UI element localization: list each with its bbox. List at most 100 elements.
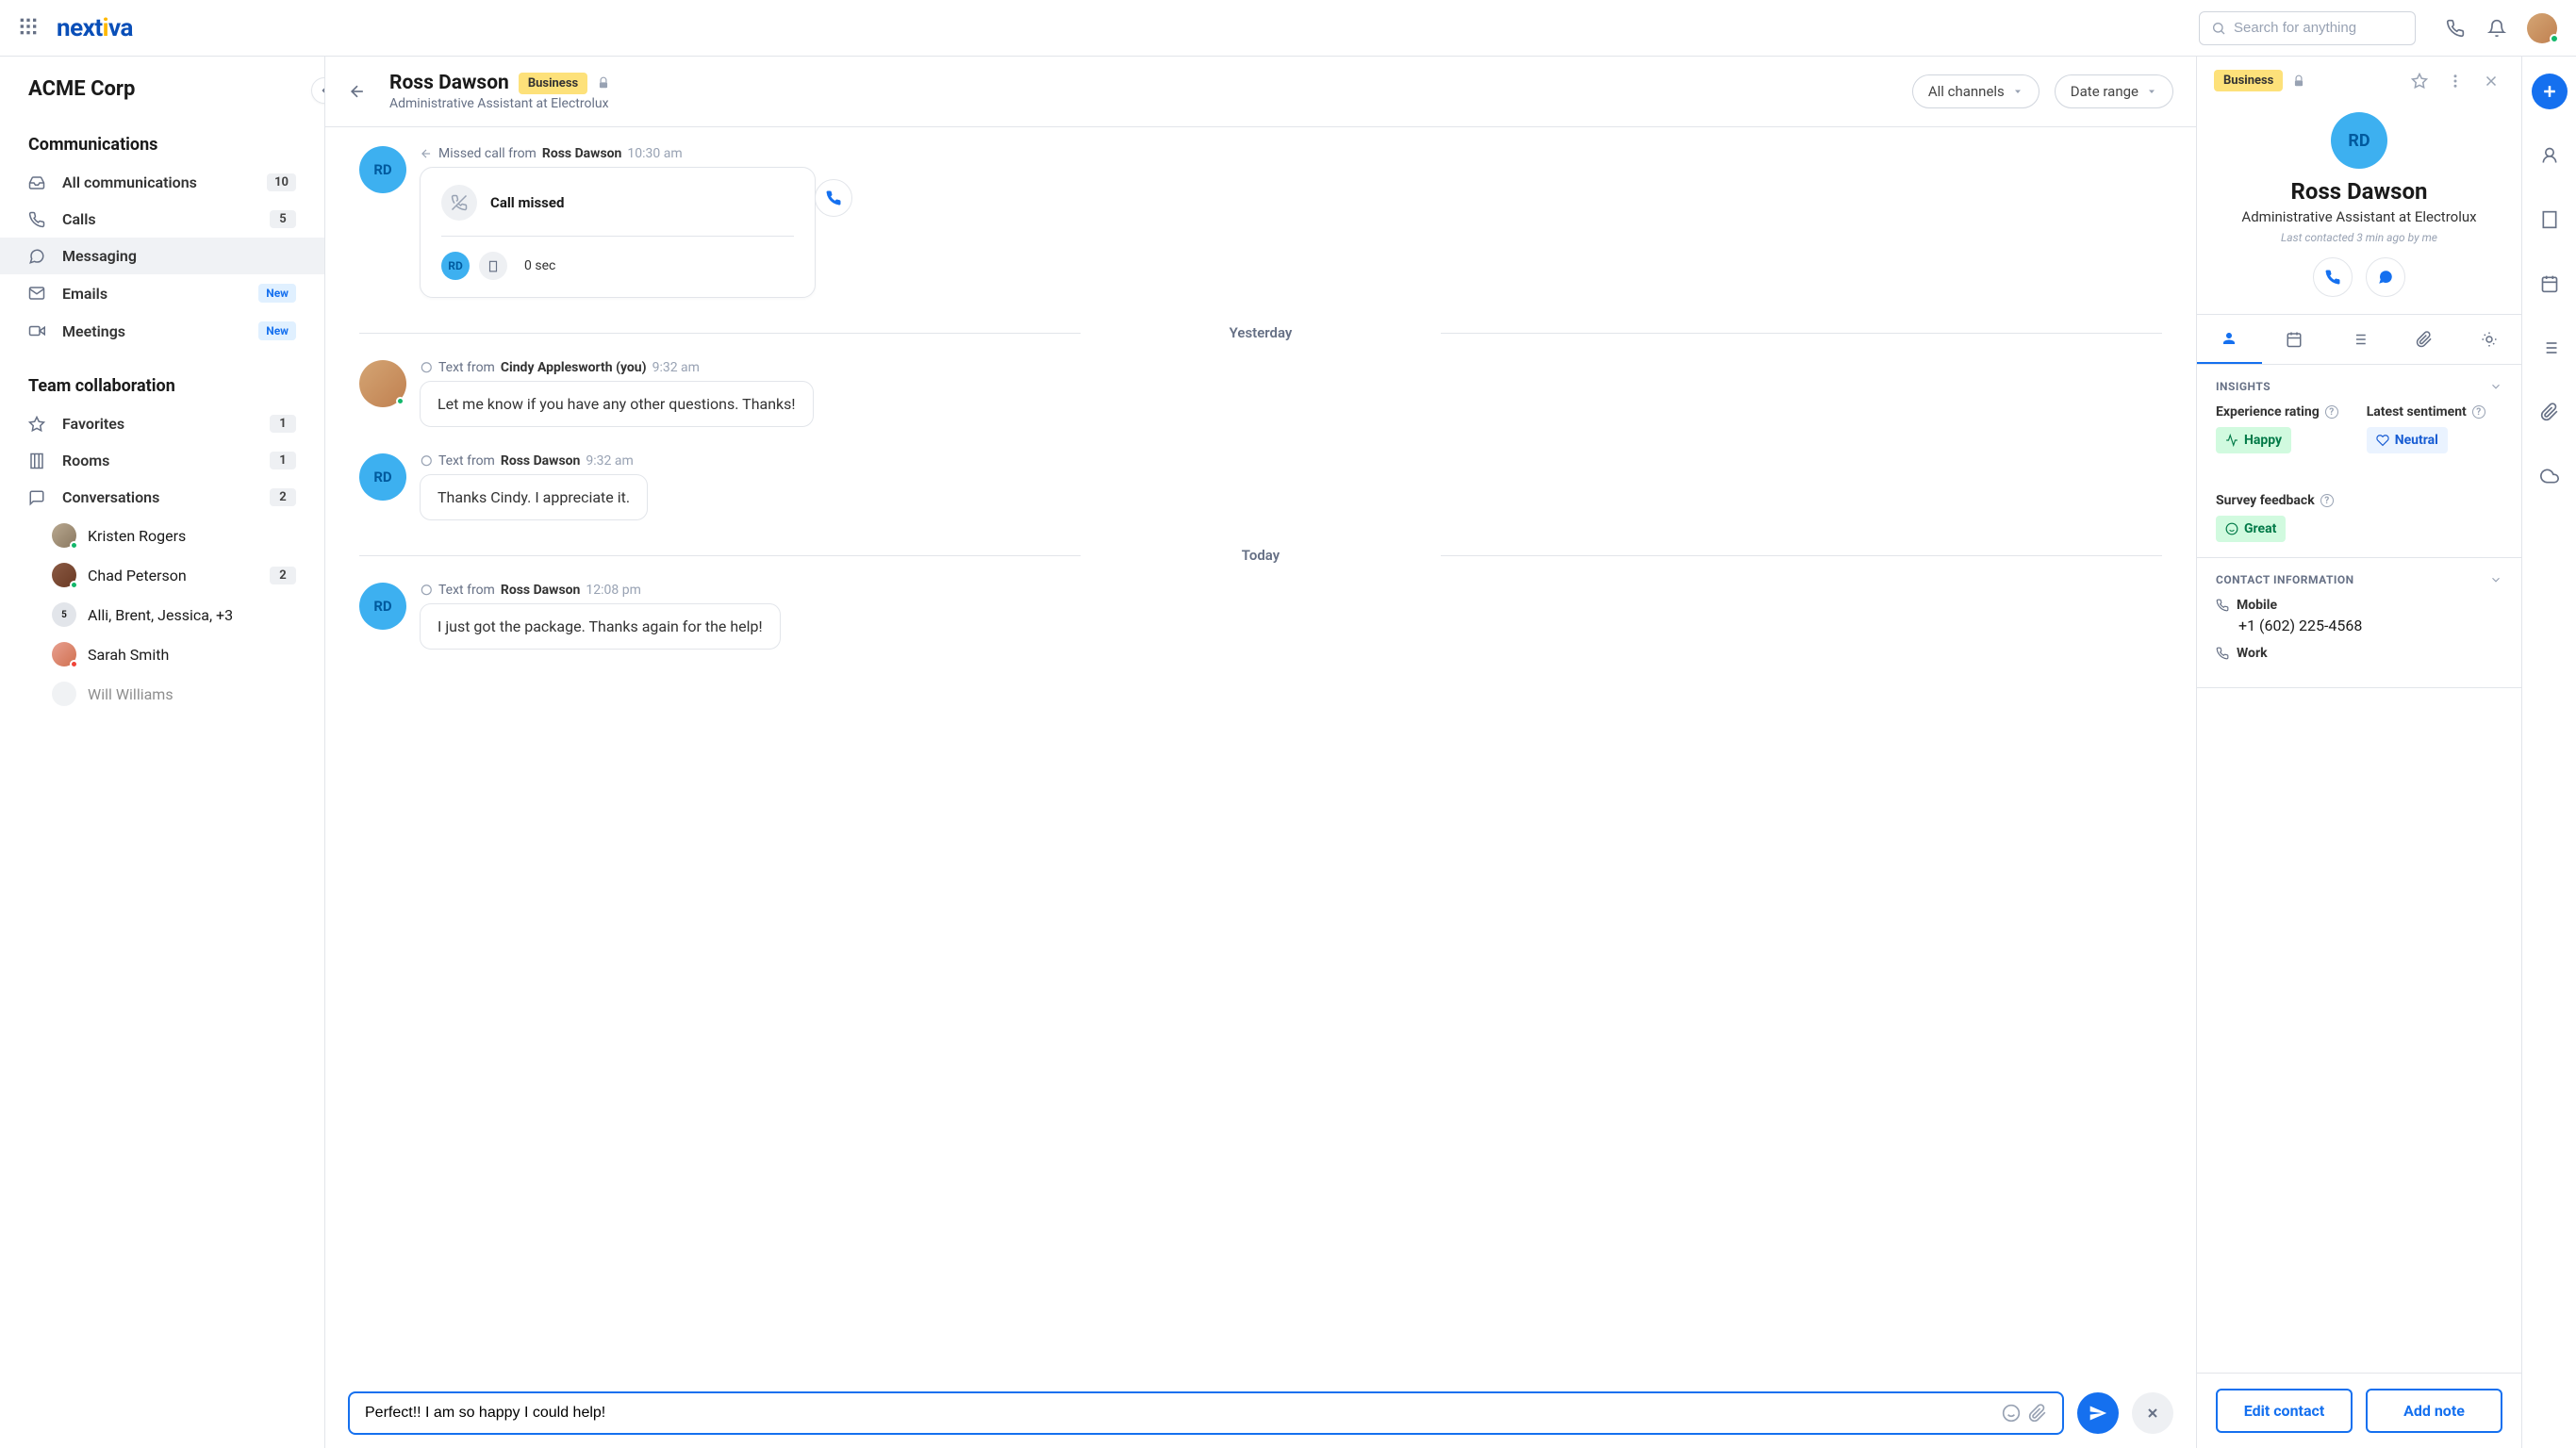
- nav-label: Meetings: [62, 322, 258, 340]
- tab-insights[interactable]: [2456, 315, 2521, 364]
- tab-calendar[interactable]: [2262, 315, 2327, 364]
- org-name: ACME Corp: [28, 77, 135, 101]
- rail-cloud[interactable]: [2532, 458, 2568, 494]
- count-badge: 10: [267, 173, 296, 191]
- nav-label: Calls: [62, 210, 270, 228]
- count-badge: 1: [270, 415, 296, 433]
- help-icon[interactable]: ?: [2320, 494, 2334, 507]
- heart-icon: [2376, 434, 2389, 447]
- date-filter[interactable]: Date range: [2055, 74, 2173, 108]
- global-search[interactable]: [2199, 11, 2416, 45]
- nav-rooms[interactable]: Rooms 1: [0, 442, 324, 479]
- building-icon: [479, 252, 507, 280]
- app-grid-icon[interactable]: [19, 17, 41, 40]
- emoji-button[interactable]: [1998, 1404, 2024, 1423]
- nav-calls[interactable]: Calls 5: [0, 201, 324, 238]
- search-input[interactable]: [2234, 20, 2421, 36]
- nav-conversations[interactable]: Conversations 2: [0, 479, 324, 516]
- section-communications: Communications: [0, 108, 324, 164]
- notifications-button[interactable]: [2478, 9, 2516, 47]
- activity-icon: [2225, 434, 2238, 447]
- rail-company[interactable]: [2532, 202, 2568, 238]
- count-badge: 1: [270, 452, 296, 469]
- contact-subtitle: Administrative Assistant at Electrolux: [389, 96, 1897, 111]
- call-duration: 0 sec: [524, 258, 555, 273]
- nav-label: Emails: [62, 285, 258, 303]
- rail-profile[interactable]: [2532, 138, 2568, 173]
- convo-item[interactable]: Chad Peterson 2: [0, 555, 324, 595]
- smile-icon: [2225, 522, 2238, 535]
- rail-files[interactable]: [2532, 394, 2568, 430]
- contact-subtitle: Administrative Assistant at Electrolux: [2241, 208, 2476, 225]
- more-button[interactable]: [2442, 73, 2469, 90]
- convo-item[interactable]: Will Williams: [0, 674, 324, 714]
- avatar: RD: [359, 583, 406, 630]
- attach-button[interactable]: [2024, 1404, 2051, 1423]
- call-card: Call missed RD 0 sec: [420, 167, 816, 298]
- help-icon[interactable]: ?: [2472, 405, 2485, 419]
- back-button[interactable]: [348, 82, 374, 101]
- convo-label: Kristen Rogers: [88, 527, 296, 545]
- group-avatar: 5: [52, 602, 76, 627]
- new-pill: New: [258, 321, 296, 340]
- avatar: [52, 563, 76, 587]
- contact-name: Ross Dawson: [2291, 178, 2428, 205]
- sentiment-chip: Neutral: [2367, 427, 2448, 453]
- cancel-button[interactable]: [2132, 1392, 2173, 1434]
- send-button[interactable]: [2077, 1392, 2119, 1434]
- user-avatar[interactable]: [2527, 13, 2557, 43]
- message-composer[interactable]: [348, 1391, 2064, 1435]
- callback-button[interactable]: [815, 179, 852, 217]
- message-icon: [420, 454, 433, 468]
- nav-favorites[interactable]: Favorites 1: [0, 405, 324, 442]
- favorite-button[interactable]: [2406, 73, 2433, 90]
- tab-list[interactable]: [2327, 315, 2392, 364]
- add-button[interactable]: [2532, 74, 2568, 109]
- phone-number[interactable]: +1 (602) 225-4568: [2216, 617, 2502, 634]
- nav-all-communications[interactable]: All communications 10: [0, 164, 324, 201]
- event-meta: Text from Cindy Applesworth (you) 9:32 a…: [420, 360, 2162, 375]
- message-bubble: Thanks Cindy. I appreciate it.: [420, 474, 648, 520]
- composer-input[interactable]: [361, 1405, 1998, 1422]
- section-title: INSIGHTS: [2216, 380, 2271, 393]
- tab-person[interactable]: [2197, 315, 2262, 364]
- dialer-button[interactable]: [2436, 9, 2474, 47]
- message-bubble: Let me know if you have any other questi…: [420, 381, 814, 427]
- filter-label: All channels: [1928, 83, 2005, 100]
- rail-tasks[interactable]: [2532, 330, 2568, 366]
- field-label: Work: [2216, 646, 2502, 661]
- contact-avatar: RD: [2331, 112, 2387, 169]
- contact-name: Ross Dawson: [389, 72, 509, 94]
- chevron-down-icon[interactable]: [2489, 573, 2502, 586]
- close-button[interactable]: [2478, 73, 2504, 90]
- avatar: RD: [441, 252, 470, 280]
- email-icon: [28, 285, 49, 302]
- lock-icon: [2292, 74, 2305, 88]
- edit-contact-button[interactable]: Edit contact: [2216, 1389, 2353, 1433]
- avatar: RD: [359, 453, 406, 501]
- call-button[interactable]: [2313, 257, 2353, 297]
- nav-messaging[interactable]: Messaging: [0, 238, 324, 274]
- nav-emails[interactable]: Emails New: [0, 274, 324, 312]
- business-badge: Business: [2214, 70, 2283, 91]
- lock-icon: [597, 76, 610, 90]
- video-icon: [28, 322, 49, 339]
- convo-item[interactable]: Kristen Rogers: [0, 516, 324, 555]
- avatar: [359, 360, 406, 407]
- date-divider: Yesterday: [359, 324, 2162, 341]
- count-badge: 2: [270, 488, 296, 506]
- add-note-button[interactable]: Add note: [2366, 1389, 2502, 1433]
- convo-item[interactable]: Sarah Smith: [0, 634, 324, 674]
- filter-label: Date range: [2071, 83, 2138, 100]
- insight-label: Latest sentiment ?: [2367, 404, 2485, 420]
- rail-calendar[interactable]: [2532, 266, 2568, 302]
- section-title: CONTACT INFORMATION: [2216, 573, 2354, 586]
- channel-filter[interactable]: All channels: [1912, 74, 2039, 108]
- tab-attachments[interactable]: [2391, 315, 2456, 364]
- convo-item[interactable]: 5 Alli, Brent, Jessica, +3: [0, 595, 324, 634]
- help-icon[interactable]: ?: [2325, 405, 2338, 419]
- chevron-down-icon[interactable]: [2489, 380, 2502, 393]
- message-button[interactable]: [2366, 257, 2405, 297]
- nav-meetings[interactable]: Meetings New: [0, 312, 324, 350]
- count-badge: 2: [270, 567, 296, 584]
